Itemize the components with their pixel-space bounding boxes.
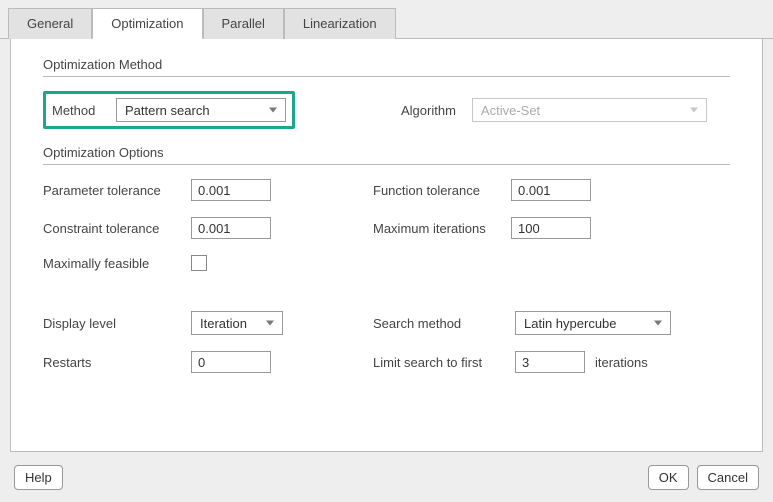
method-highlight: Method Pattern search [43,91,295,129]
tab-linearization[interactable]: Linearization [284,8,396,39]
display-level-label: Display level [43,316,181,331]
cons-tol-label: Constraint tolerance [43,221,181,236]
limit-search-input[interactable] [515,351,585,373]
tab-optimization[interactable]: Optimization [92,8,202,39]
tab-content-optimization: Optimization Method Method Pattern searc… [10,39,763,452]
options-dialog: General Optimization Parallel Linearizat… [0,0,773,502]
cons-tol-input[interactable] [191,217,271,239]
func-tol-input[interactable] [511,179,591,201]
method-select-value: Pattern search [125,103,210,118]
section-title-options: Optimization Options [43,145,730,160]
restarts-label: Restarts [43,355,181,370]
display-level-value: Iteration [200,316,247,331]
divider [43,76,730,77]
search-method-select[interactable]: Latin hypercube [515,311,671,335]
method-select[interactable]: Pattern search [116,98,286,122]
display-level-select[interactable]: Iteration [191,311,283,335]
param-tol-input[interactable] [191,179,271,201]
search-method-label: Search method [373,316,505,331]
cancel-button[interactable]: Cancel [697,465,759,490]
algorithm-select: Active-Set [472,98,707,122]
section-title-method: Optimization Method [43,57,730,72]
limit-search-label: Limit search to first [373,355,505,370]
max-feas-checkbox[interactable] [191,255,207,271]
search-method-value: Latin hypercube [524,316,617,331]
param-tol-label: Parameter tolerance [43,183,181,198]
tab-parallel[interactable]: Parallel [203,8,284,39]
chevron-down-icon [654,321,662,326]
divider [43,164,730,165]
func-tol-label: Function tolerance [373,183,501,198]
chevron-down-icon [266,321,274,326]
dialog-button-bar: Help OK Cancel [0,465,773,490]
max-feas-label: Maximally feasible [43,256,181,271]
chevron-down-icon [269,108,277,113]
tab-bar: General Optimization Parallel Linearizat… [0,0,773,39]
ok-button[interactable]: OK [648,465,689,490]
restarts-input[interactable] [191,351,271,373]
tab-general[interactable]: General [8,8,92,39]
max-iter-label: Maximum iterations [373,221,501,236]
algorithm-label: Algorithm [401,103,456,118]
algorithm-select-value: Active-Set [481,103,540,118]
chevron-down-icon [690,108,698,113]
help-button[interactable]: Help [14,465,63,490]
max-iter-input[interactable] [511,217,591,239]
method-label: Method [52,103,106,118]
limit-search-suffix: iterations [595,355,648,370]
